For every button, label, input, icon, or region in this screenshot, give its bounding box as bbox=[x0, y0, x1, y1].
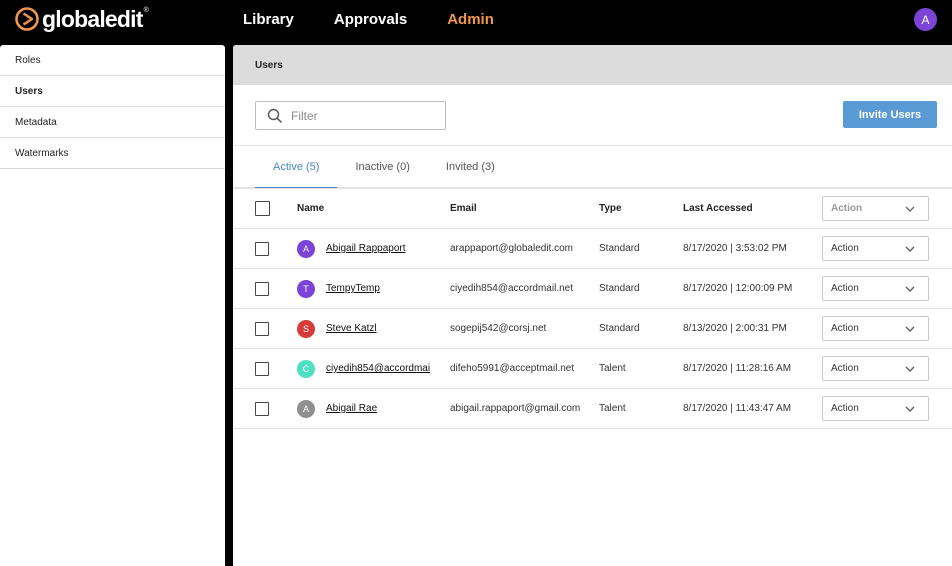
tab-inactive[interactable]: Inactive (0) bbox=[337, 146, 427, 188]
user-status-tabs: Active (5) Inactive (0) Invited (3) bbox=[233, 146, 952, 189]
user-type: Standard bbox=[599, 323, 640, 334]
user-type: Talent bbox=[599, 363, 626, 374]
user-email: arappaport@globaledit.com bbox=[450, 243, 574, 254]
nav-approvals[interactable]: Approvals bbox=[334, 11, 407, 28]
last-accessed: 8/17/2020 | 12:00:09 PM bbox=[683, 283, 793, 294]
users-toolbar: Invite Users bbox=[233, 85, 952, 146]
row-action-dropdown[interactable]: Action bbox=[822, 236, 929, 261]
row-action-label: Action bbox=[831, 243, 859, 254]
nav-admin[interactable]: Admin bbox=[447, 11, 494, 28]
tab-invited[interactable]: Invited (3) bbox=[428, 146, 513, 188]
bulk-action-dropdown[interactable]: Action bbox=[822, 196, 929, 221]
admin-sidebar: Roles Users Metadata Watermarks bbox=[0, 45, 225, 566]
column-header-last-accessed[interactable]: Last Accessed bbox=[683, 189, 753, 228]
select-all-checkbox[interactable] bbox=[255, 201, 270, 216]
search-icon bbox=[267, 108, 283, 123]
user-avatar[interactable]: A bbox=[914, 8, 937, 31]
user-type: Talent bbox=[599, 403, 626, 414]
row-action-dropdown[interactable]: Action bbox=[822, 276, 929, 301]
row-action-label: Action bbox=[831, 363, 859, 374]
table-row: S Steve Katzl sogepij542@corsj.net Stand… bbox=[233, 309, 952, 349]
avatar: A bbox=[297, 239, 315, 258]
last-accessed: 8/17/2020 | 11:28:16 AM bbox=[683, 363, 792, 374]
logo-wordmark: globaledit bbox=[42, 5, 143, 32]
row-checkbox[interactable] bbox=[255, 401, 269, 416]
chevron-down-icon bbox=[905, 286, 915, 292]
table-row: C ciyedih854@accordmai difeho5991@accept… bbox=[233, 349, 952, 389]
avatar: S bbox=[297, 319, 315, 338]
user-name-link[interactable]: Abigail Rappaport bbox=[326, 243, 406, 254]
avatar: T bbox=[297, 279, 315, 298]
row-action-dropdown[interactable]: Action bbox=[822, 316, 929, 341]
user-type: Standard bbox=[599, 283, 640, 294]
globaledit-logo[interactable]: globaledit ® bbox=[14, 4, 149, 34]
last-accessed: 8/13/2020 | 2:00:31 PM bbox=[683, 323, 787, 334]
avatar: C bbox=[297, 359, 315, 378]
user-name-link[interactable]: Steve Katzl bbox=[326, 323, 377, 334]
filter-field[interactable] bbox=[255, 101, 446, 130]
sidebar-item-roles[interactable]: Roles bbox=[0, 45, 225, 76]
bulk-action-label: Action bbox=[831, 203, 863, 214]
invite-users-button[interactable]: Invite Users bbox=[843, 101, 937, 128]
row-action-dropdown[interactable]: Action bbox=[822, 356, 929, 381]
user-name-link[interactable]: ciyedih854@accordmai bbox=[326, 363, 430, 374]
row-action-dropdown[interactable]: Action bbox=[822, 396, 929, 421]
globaledit-logo-icon bbox=[15, 7, 39, 31]
tab-active[interactable]: Active (5) bbox=[255, 146, 338, 189]
top-bar: globaledit ® Library Approvals Admin A bbox=[0, 0, 952, 44]
chevron-down-icon bbox=[905, 326, 915, 332]
user-type: Standard bbox=[599, 243, 640, 254]
table-header-row: Name Email Type Last Accessed Action bbox=[233, 188, 952, 229]
column-header-name[interactable]: Name bbox=[297, 189, 324, 228]
row-action-label: Action bbox=[831, 283, 859, 294]
avatar: A bbox=[297, 399, 315, 418]
column-header-type[interactable]: Type bbox=[599, 189, 622, 228]
chevron-down-icon bbox=[905, 206, 915, 212]
row-checkbox[interactable] bbox=[255, 281, 269, 296]
user-email: ciyedih854@accordmail.net bbox=[450, 283, 573, 294]
users-panel: Users Invite Users Active (5) Inactive (… bbox=[233, 45, 952, 566]
page-title: Users bbox=[233, 45, 952, 85]
chevron-down-icon bbox=[905, 246, 915, 252]
table-row: A Abigail Rae abigail.rappaport@gmail.co… bbox=[233, 389, 952, 429]
sidebar-item-metadata[interactable]: Metadata bbox=[0, 107, 225, 138]
row-action-label: Action bbox=[831, 403, 859, 414]
row-action-label: Action bbox=[831, 323, 859, 334]
nav-library[interactable]: Library bbox=[243, 11, 294, 28]
row-checkbox[interactable] bbox=[255, 361, 269, 376]
user-name-link[interactable]: Abigail Rae bbox=[326, 403, 377, 414]
sidebar-item-watermarks[interactable]: Watermarks bbox=[0, 138, 225, 169]
last-accessed: 8/17/2020 | 3:53:02 PM bbox=[683, 243, 787, 254]
user-name-link[interactable]: TempyTemp bbox=[326, 283, 380, 294]
chevron-down-icon bbox=[905, 406, 915, 412]
users-table: Name Email Type Last Accessed Action A A… bbox=[233, 188, 952, 429]
user-email: abigail.rappaport@gmail.com bbox=[450, 403, 581, 414]
sidebar-item-users[interactable]: Users bbox=[0, 76, 225, 107]
logo-registered-mark: ® bbox=[143, 6, 149, 14]
user-email: sogepij542@corsj.net bbox=[450, 323, 547, 334]
column-header-email[interactable]: Email bbox=[450, 189, 477, 228]
filter-input[interactable] bbox=[291, 108, 431, 123]
table-row: A Abigail Rappaport arappaport@globaledi… bbox=[233, 229, 952, 269]
table-row: T TempyTemp ciyedih854@accordmail.net St… bbox=[233, 269, 952, 309]
user-email: difeho5991@acceptmail.net bbox=[450, 363, 575, 374]
chevron-down-icon bbox=[905, 366, 915, 372]
row-checkbox[interactable] bbox=[255, 241, 269, 256]
top-nav: Library Approvals Admin bbox=[243, 11, 534, 28]
row-checkbox[interactable] bbox=[255, 321, 269, 336]
last-accessed: 8/17/2020 | 11:43:47 AM bbox=[683, 403, 792, 414]
